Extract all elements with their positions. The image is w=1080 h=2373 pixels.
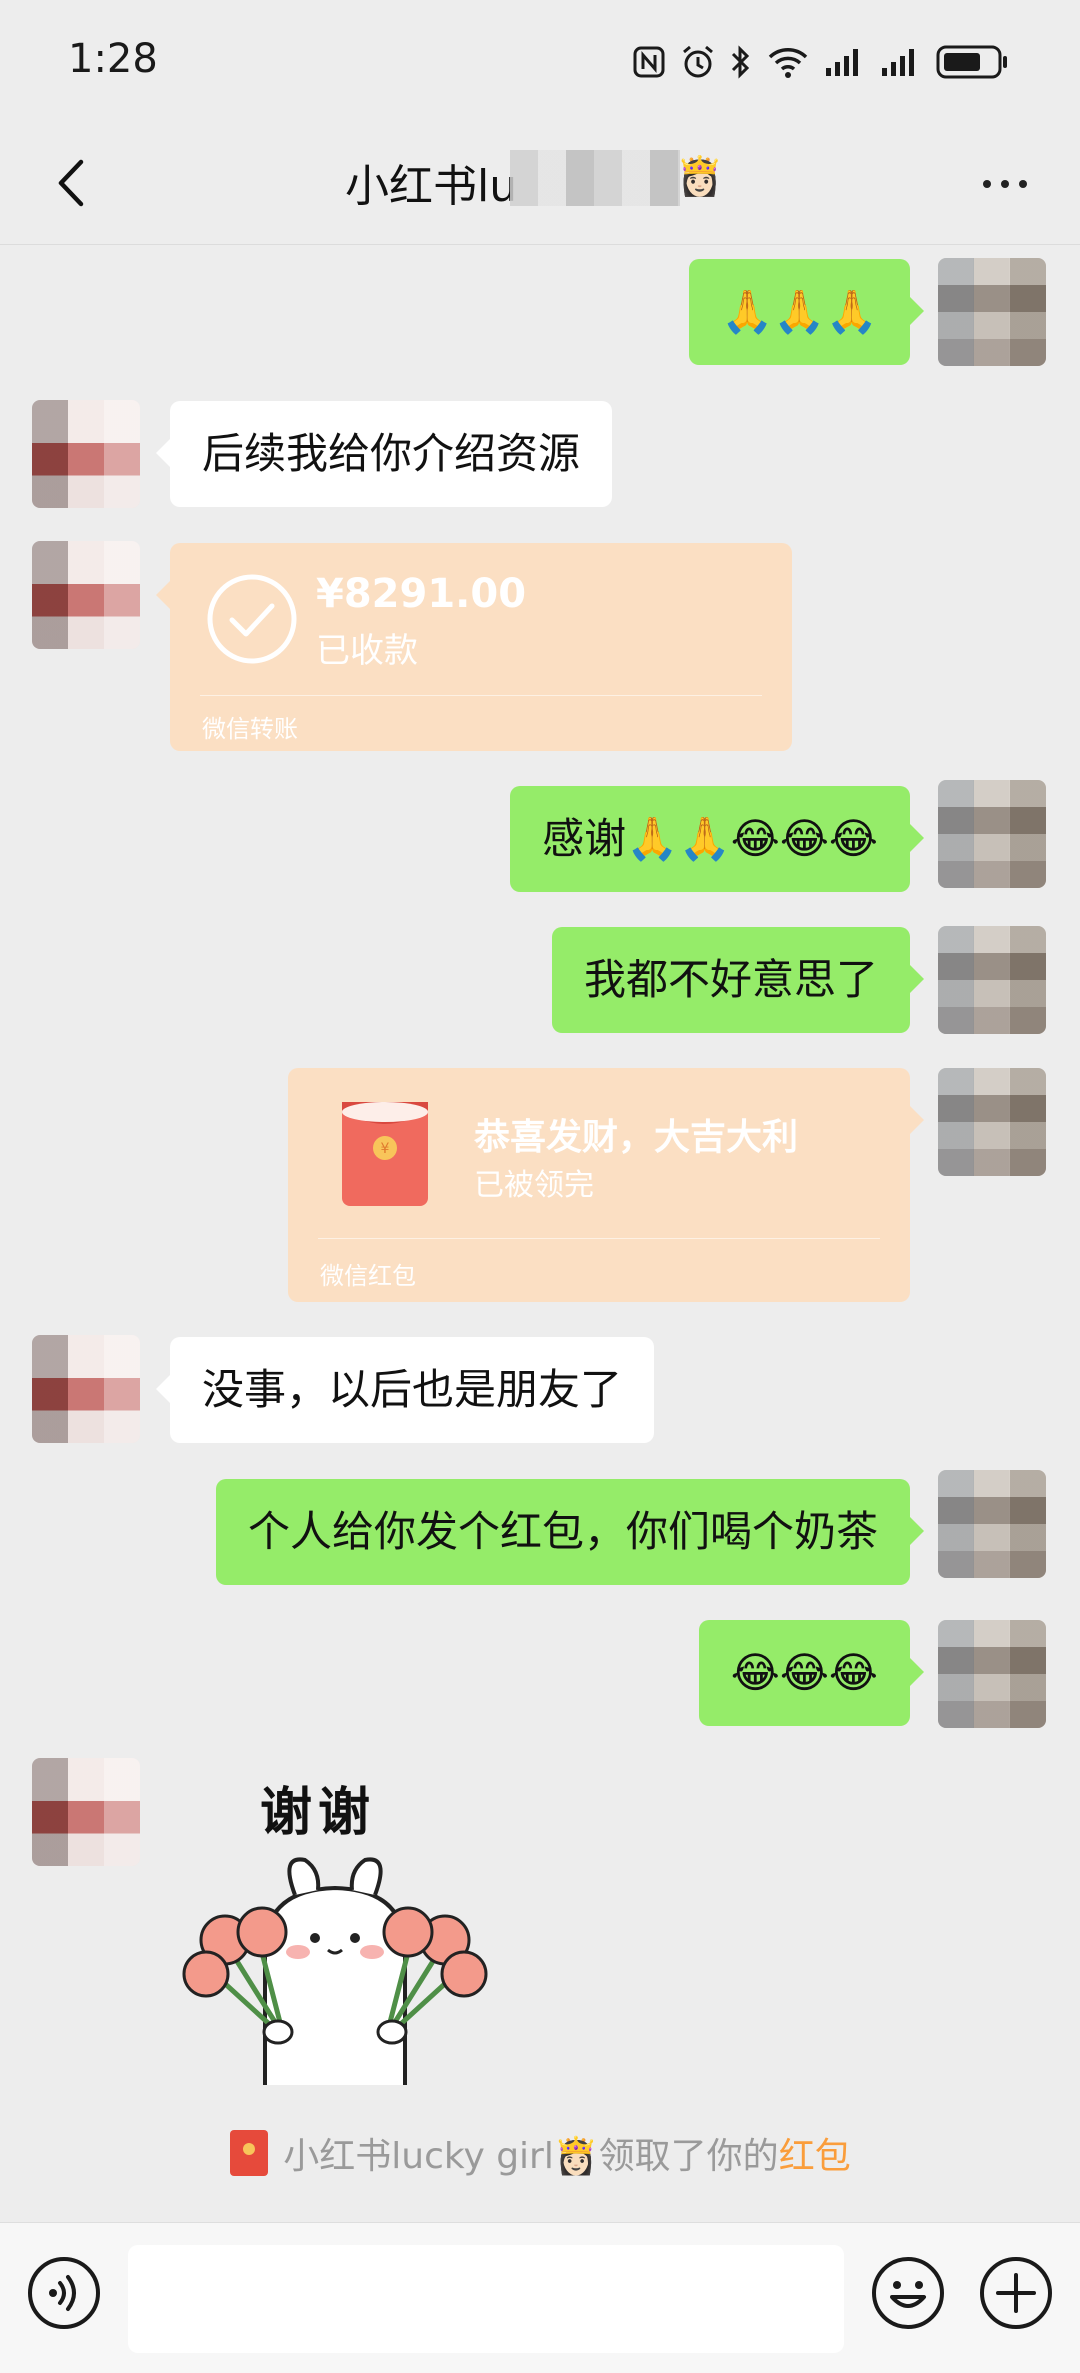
- bunny-flowers-sticker: [182, 1857, 488, 2085]
- chevron-left-icon: [58, 159, 84, 207]
- wifi-icon: [768, 48, 808, 78]
- input-bar: [0, 2222, 1080, 2373]
- contact-avatar[interactable]: [32, 1335, 140, 1443]
- alarm-icon: [683, 45, 713, 78]
- bluetooth-icon: [731, 45, 750, 79]
- more-dot: [1019, 180, 1027, 188]
- sticker-message[interactable]: 谢谢: [170, 1760, 500, 2085]
- battery-icon: [936, 45, 1007, 79]
- red-packet-greeting: 恭喜发财，大吉大利: [474, 1117, 799, 1158]
- title-mosaic: [510, 150, 680, 206]
- red-packet-icon: [230, 2130, 269, 2176]
- more-dot: [983, 180, 991, 188]
- my-message-bubble[interactable]: 感谢🙏🙏😂😂😂: [510, 786, 924, 892]
- my-avatar[interactable]: [938, 1620, 1046, 1728]
- red-packet-status: 已被领完: [474, 1168, 594, 1203]
- contact-message-bubble[interactable]: 后续我给你介绍资源: [155, 401, 613, 507]
- message-input[interactable]: [128, 2245, 844, 2353]
- my-message-bubble[interactable]: 我都不好意思了: [551, 927, 925, 1033]
- my-message-bubble[interactable]: 😂😂😂: [698, 1620, 925, 1726]
- back-button[interactable]: [36, 148, 106, 218]
- card-divider: [318, 1238, 880, 1239]
- my-message-bubble[interactable]: 🙏🙏🙏: [689, 259, 924, 365]
- more-options-button[interactable]: [970, 154, 1040, 214]
- status-time: 1:28: [68, 36, 158, 82]
- chat-header: 小红书lu 👸🏻: [0, 120, 1080, 245]
- more-dot: [1001, 180, 1009, 188]
- transfer-footer: 微信转账: [202, 715, 298, 743]
- contact-avatar[interactable]: [32, 541, 140, 649]
- voice-input-icon[interactable]: [26, 2255, 102, 2331]
- red-packet-card[interactable]: ¥ 恭喜发财，大吉大利 已被领完 微信红包: [288, 1068, 924, 1302]
- system-message: 小红书lucky girl👸🏻领取了你的 红包: [0, 2125, 1080, 2181]
- my-avatar[interactable]: [938, 780, 1046, 888]
- contact-message-bubble[interactable]: 没事，以后也是朋友了: [155, 1337, 655, 1443]
- status-bar: 1:28: [0, 0, 1080, 120]
- my-avatar[interactable]: [938, 258, 1046, 366]
- chat-screen: 1:28 小红书lu 👸🏻 🙏🙏🙏 后续我给你介绍资源 ¥8291.00 已收款…: [0, 0, 1080, 2373]
- svg-text:¥: ¥: [381, 1141, 390, 1157]
- status-icons: [632, 42, 1010, 82]
- system-message-text: 小红书lucky girl👸🏻领取了你的: [283, 2136, 779, 2177]
- signal-icon: [826, 49, 858, 76]
- my-avatar[interactable]: [938, 1068, 1046, 1176]
- red-packet-link[interactable]: 红包: [779, 2127, 851, 2179]
- red-packet-icon: ¥: [342, 1102, 428, 1206]
- emoji-icon[interactable]: [870, 2255, 946, 2331]
- check-circle-icon: [207, 574, 297, 664]
- red-packet-footer: 微信红包: [320, 1262, 416, 1290]
- contact-avatar[interactable]: [32, 1758, 140, 1866]
- transfer-amount: ¥8291.00: [316, 571, 527, 617]
- my-avatar[interactable]: [938, 1470, 1046, 1578]
- my-avatar[interactable]: [938, 926, 1046, 1034]
- plus-icon[interactable]: [978, 2255, 1054, 2331]
- title-emoji: 👸🏻: [676, 154, 724, 198]
- transfer-status: 已收款: [316, 631, 418, 671]
- signal-icon: [882, 49, 914, 76]
- my-message-bubble[interactable]: 个人给你发个红包，你们喝个奶茶: [215, 1479, 925, 1585]
- card-divider: [200, 695, 762, 696]
- chat-title: 小红书lu: [345, 161, 518, 212]
- contact-avatar[interactable]: [32, 400, 140, 508]
- transfer-card[interactable]: ¥8291.00 已收款 微信转账: [156, 543, 792, 751]
- nfc-icon: [633, 46, 665, 78]
